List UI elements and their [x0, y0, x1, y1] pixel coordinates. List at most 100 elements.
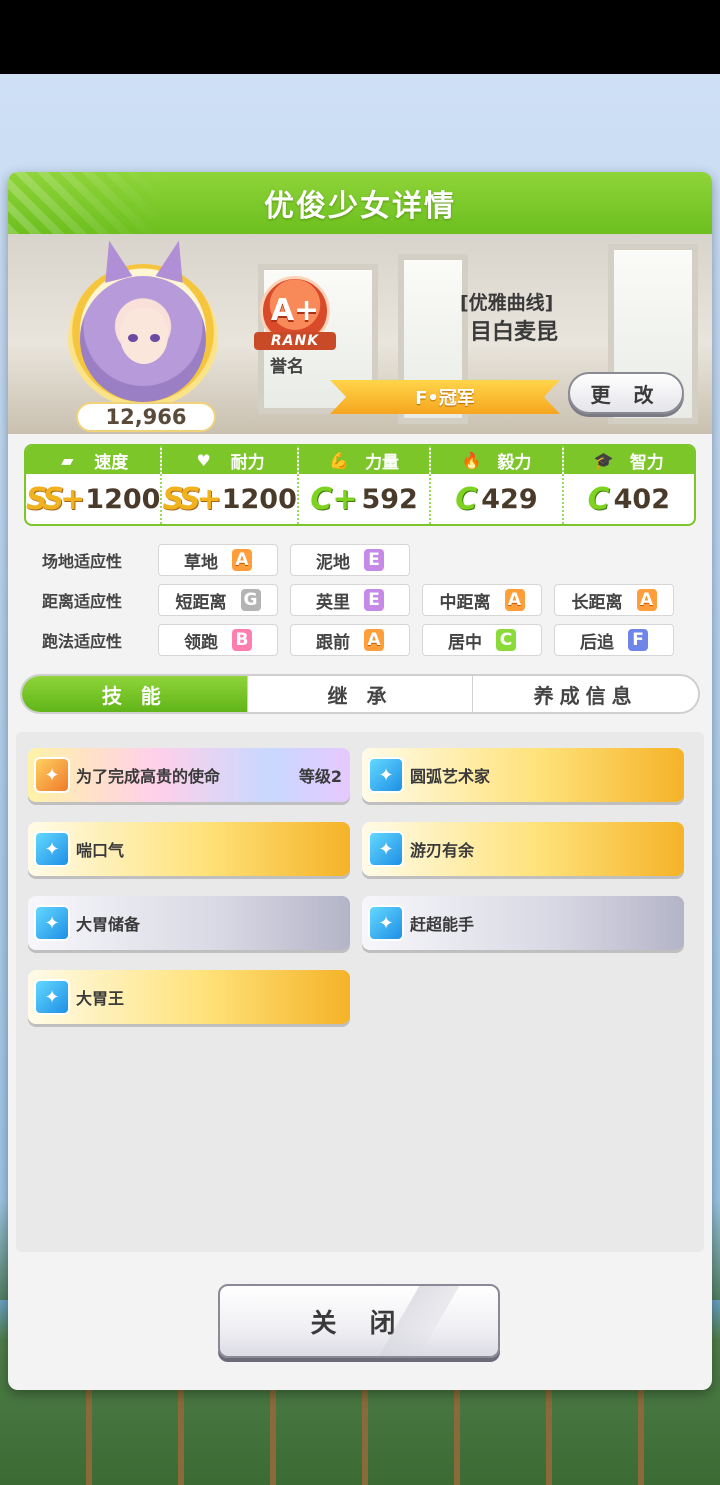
- character-portrait[interactable]: [80, 276, 206, 402]
- aptitude-name: 跟前: [316, 632, 350, 653]
- skill-item[interactable]: ✦ 大胃储备: [28, 896, 350, 950]
- stat-value: 1200: [221, 483, 297, 515]
- stat-value: 429: [481, 483, 538, 515]
- tab-skills[interactable]: 技 能: [22, 676, 247, 712]
- stat-value: 402: [613, 483, 671, 515]
- grade-icon: E: [364, 549, 384, 571]
- aptitude-name: 短距离: [175, 592, 227, 613]
- grade-icon: A: [636, 589, 657, 611]
- aptitude-name: 中距离: [439, 592, 491, 613]
- skill-name: 圆弧艺术家: [410, 767, 491, 786]
- sparkle-icon: ✦: [34, 831, 70, 867]
- aptitude-name: 长距离: [571, 592, 623, 613]
- stat-grade: SS+: [162, 481, 221, 517]
- skill-level: 等级2: [298, 767, 342, 786]
- aptitude-name: 泥地: [316, 552, 350, 573]
- grade-icon: B: [232, 629, 252, 651]
- horse-ears: [95, 237, 193, 283]
- rank-ribbon: RANK: [254, 332, 336, 350]
- skills-panel: ✦ 为了完成高贵的使命 等级2 ✦ 圆弧艺术家 ✦ 喘口气 ✦ 游刃有余 ✦ 大…: [16, 732, 704, 1252]
- stat-grade: C: [587, 481, 610, 517]
- stat-power: 💪 力量 C+ 592: [298, 446, 432, 524]
- stat-wisdom: 🎓 智力 C 402: [563, 446, 694, 524]
- title-ribbon: F•冠军: [330, 380, 560, 414]
- grade-icon: C: [496, 629, 516, 651]
- aptitude-front-runner: 领跑 B: [158, 624, 278, 656]
- aptitude-pace-chaser: 跟前 A: [290, 624, 410, 656]
- sparkle-icon: ✦: [368, 831, 404, 867]
- stat-label: 智力: [629, 452, 664, 473]
- stat-speed: ▰ 速度 SS+ 1200: [26, 446, 163, 524]
- graduation-cap-icon: 🎓: [593, 450, 614, 470]
- dialog-title: 优俊少女详情: [264, 189, 456, 224]
- muscle-icon: 💪: [329, 450, 349, 470]
- aptitude-row-distance: 距离适应性 短距离 G 英里 E 中距离 A 长距离 A: [28, 580, 698, 620]
- grade-icon: A: [504, 589, 525, 611]
- stat-label: 力量: [365, 452, 400, 473]
- fan-count: 12,966: [76, 402, 216, 432]
- stat-value: 592: [361, 483, 418, 515]
- stat-label: 毅力: [497, 452, 532, 473]
- aptitude-end-closer: 后追 F: [554, 624, 674, 656]
- heart-icon: ♥: [196, 450, 211, 470]
- profile-hero: 12,966 A+ RANK 誉名 [优雅曲线] 目白麦昆 F•冠军 更 改: [8, 234, 712, 434]
- aptitude-row-track: 场地适应性 草地 A 泥地 E: [28, 540, 698, 580]
- grade-icon: F: [628, 629, 648, 651]
- skill-name: 大胃储备: [76, 915, 141, 934]
- stat-guts: 🔥 毅力 C 429: [431, 446, 564, 524]
- flame-icon: 🔥: [461, 450, 482, 470]
- unique-skill-icon: ✦: [34, 757, 70, 793]
- grade-icon: E: [364, 589, 384, 611]
- stat-value: 1200: [85, 483, 161, 515]
- grade-icon: G: [240, 589, 261, 611]
- character-name: 目白麦昆: [470, 320, 559, 345]
- aptitude-label: 跑法适应性: [42, 632, 123, 651]
- aptitude-label: 距离适应性: [42, 592, 123, 611]
- rank-label: 誉名: [270, 357, 304, 377]
- skill-item[interactable]: ✦ 为了完成高贵的使命 等级2: [28, 748, 350, 802]
- skill-name: 大胃王: [76, 989, 125, 1008]
- stat-stamina: ♥ 耐力 SS+ 1200: [162, 446, 299, 524]
- grade-icon: A: [364, 629, 384, 651]
- stat-label: 耐力: [230, 452, 265, 473]
- shoe-icon: ▰: [61, 450, 74, 470]
- aptitude-table: 场地适应性 草地 A 泥地 E 距离适应性 短距离 G 英里 E 中距离 A 长距离 A 跑…: [28, 540, 698, 660]
- tab-inheritance[interactable]: 继 承: [246, 676, 473, 712]
- aptitude-label: 场地适应性: [42, 552, 123, 571]
- stat-grade: C+: [310, 481, 358, 517]
- aptitude-name: 居中: [448, 632, 482, 653]
- character-epithet: [优雅曲线]: [460, 292, 554, 314]
- skill-item[interactable]: ✦ 赶超能手: [362, 896, 684, 950]
- sparkle-icon: ✦: [368, 905, 404, 941]
- tab-training-info[interactable]: 养成信息: [472, 676, 698, 712]
- umamusume-detail-dialog: 优俊少女详情 12,966 A+ RANK 誉名 [优雅曲线] 目白麦昆 F•冠…: [8, 172, 712, 1390]
- stat-grade: C: [455, 481, 478, 517]
- aptitude-name: 草地: [184, 552, 218, 573]
- sparkle-icon: ✦: [34, 905, 70, 941]
- skill-name: 赶超能手: [410, 915, 475, 934]
- dialog-title-bar: 优俊少女详情: [8, 172, 712, 234]
- grade-icon: A: [232, 549, 252, 571]
- skill-item[interactable]: ✦ 大胃王: [28, 970, 350, 1024]
- close-button[interactable]: 关 闭: [218, 1284, 500, 1358]
- aptitude-long: 长距离 A: [554, 584, 674, 616]
- stats-panel: ▰ 速度 SS+ 1200 ♥ 耐力 SS+ 1200 💪 力量 C+ 592 🔥 毅力 C4…: [24, 444, 696, 526]
- aptitude-dirt: 泥地 E: [290, 544, 410, 576]
- skill-item[interactable]: ✦ 喘口气: [28, 822, 350, 876]
- sparkle-icon: ✦: [368, 757, 404, 793]
- detail-tabs: 技 能 继 承 养成信息: [20, 674, 700, 714]
- aptitude-late-surger: 居中 C: [422, 624, 542, 656]
- aptitude-row-style: 跑法适应性 领跑 B 跟前 A 居中 C 后追 F: [28, 620, 698, 660]
- stat-grade: SS+: [26, 481, 85, 517]
- rank-grade: A+: [270, 293, 320, 328]
- aptitude-name: 英里: [316, 592, 350, 613]
- aptitude-turf: 草地 A: [158, 544, 278, 576]
- stat-label: 速度: [94, 452, 129, 473]
- skill-item[interactable]: ✦ 游刃有余: [362, 822, 684, 876]
- skill-item[interactable]: ✦ 圆弧艺术家: [362, 748, 684, 802]
- skill-name: 为了完成高贵的使命: [76, 767, 221, 786]
- sparkle-icon: ✦: [34, 979, 70, 1015]
- skill-name: 喘口气: [76, 841, 125, 860]
- aptitude-medium: 中距离 A: [422, 584, 542, 616]
- change-title-button[interactable]: 更 改: [568, 372, 684, 414]
